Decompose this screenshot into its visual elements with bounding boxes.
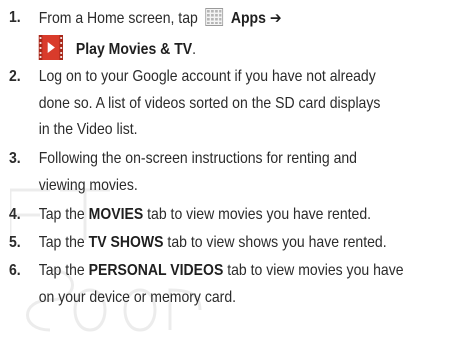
step-text: Tap the bbox=[38, 234, 85, 251]
step-line: Tap the PERSONAL VIDEOS tab to view movi… bbox=[39, 261, 404, 288]
step-body: Tap the MOVIES tab to view movies you ha… bbox=[39, 205, 371, 232]
step-text: From a Home screen, tap bbox=[38, 10, 198, 27]
step-text: tab to view shows you have rented. bbox=[167, 234, 387, 251]
step-text: . bbox=[192, 40, 197, 58]
play-movies-label: Play Movies & TV bbox=[75, 40, 193, 58]
tv-shows-tab-label: TV SHOWS bbox=[88, 234, 164, 251]
movies-tab-label: MOVIES bbox=[88, 206, 144, 223]
step-line: on your device or memory card. bbox=[38, 288, 237, 306]
step-body: Log on to your Google account if you hav… bbox=[39, 67, 381, 147]
step-line: viewing movies. bbox=[38, 176, 138, 194]
step-number: 2. bbox=[9, 68, 21, 85]
step-line: Following the on-screen instructions for… bbox=[38, 150, 357, 167]
personal-videos-tab-label: PERSONAL VIDEOS bbox=[88, 262, 224, 279]
step-line: Tap the MOVIES tab to view movies you ha… bbox=[39, 205, 371, 232]
step-number: 4. bbox=[9, 206, 21, 223]
apps-grid-icon bbox=[205, 8, 224, 26]
step-number: 5. bbox=[9, 234, 21, 251]
step-body: Tap the PERSONAL VIDEOS tab to view movi… bbox=[39, 261, 404, 314]
step-line: done so. A list of videos sorted on the … bbox=[38, 94, 381, 112]
step-line: Play Movies & TV. bbox=[38, 34, 282, 62]
step-body: Following the on-screen instructions for… bbox=[39, 149, 357, 202]
watermark-graphic bbox=[10, 188, 202, 332]
step-number: 3. bbox=[9, 150, 21, 167]
step-text: tab to view movies you have bbox=[227, 262, 404, 279]
step-line: From a Home screen, tap Apps ➔ bbox=[39, 8, 282, 35]
play-movies-tv-icon bbox=[38, 34, 63, 60]
step-line: in the Video list. bbox=[38, 121, 138, 138]
step-text: tab to view movies you have rented. bbox=[147, 206, 372, 223]
step-text: Tap the bbox=[38, 206, 85, 223]
step-line: Log on to your Google account if you hav… bbox=[38, 68, 376, 85]
step-number: 6. bbox=[9, 262, 21, 279]
apps-label: Apps ➔ bbox=[230, 10, 282, 27]
step-line: Tap the TV SHOWS tab to view shows you h… bbox=[39, 233, 387, 260]
step-body: From a Home screen, tap Apps ➔ Play Movi… bbox=[38, 8, 282, 62]
step-number: 1. bbox=[9, 9, 21, 26]
step-body: Tap the TV SHOWS tab to view shows you h… bbox=[39, 233, 387, 260]
step-text: Tap the bbox=[38, 262, 85, 279]
